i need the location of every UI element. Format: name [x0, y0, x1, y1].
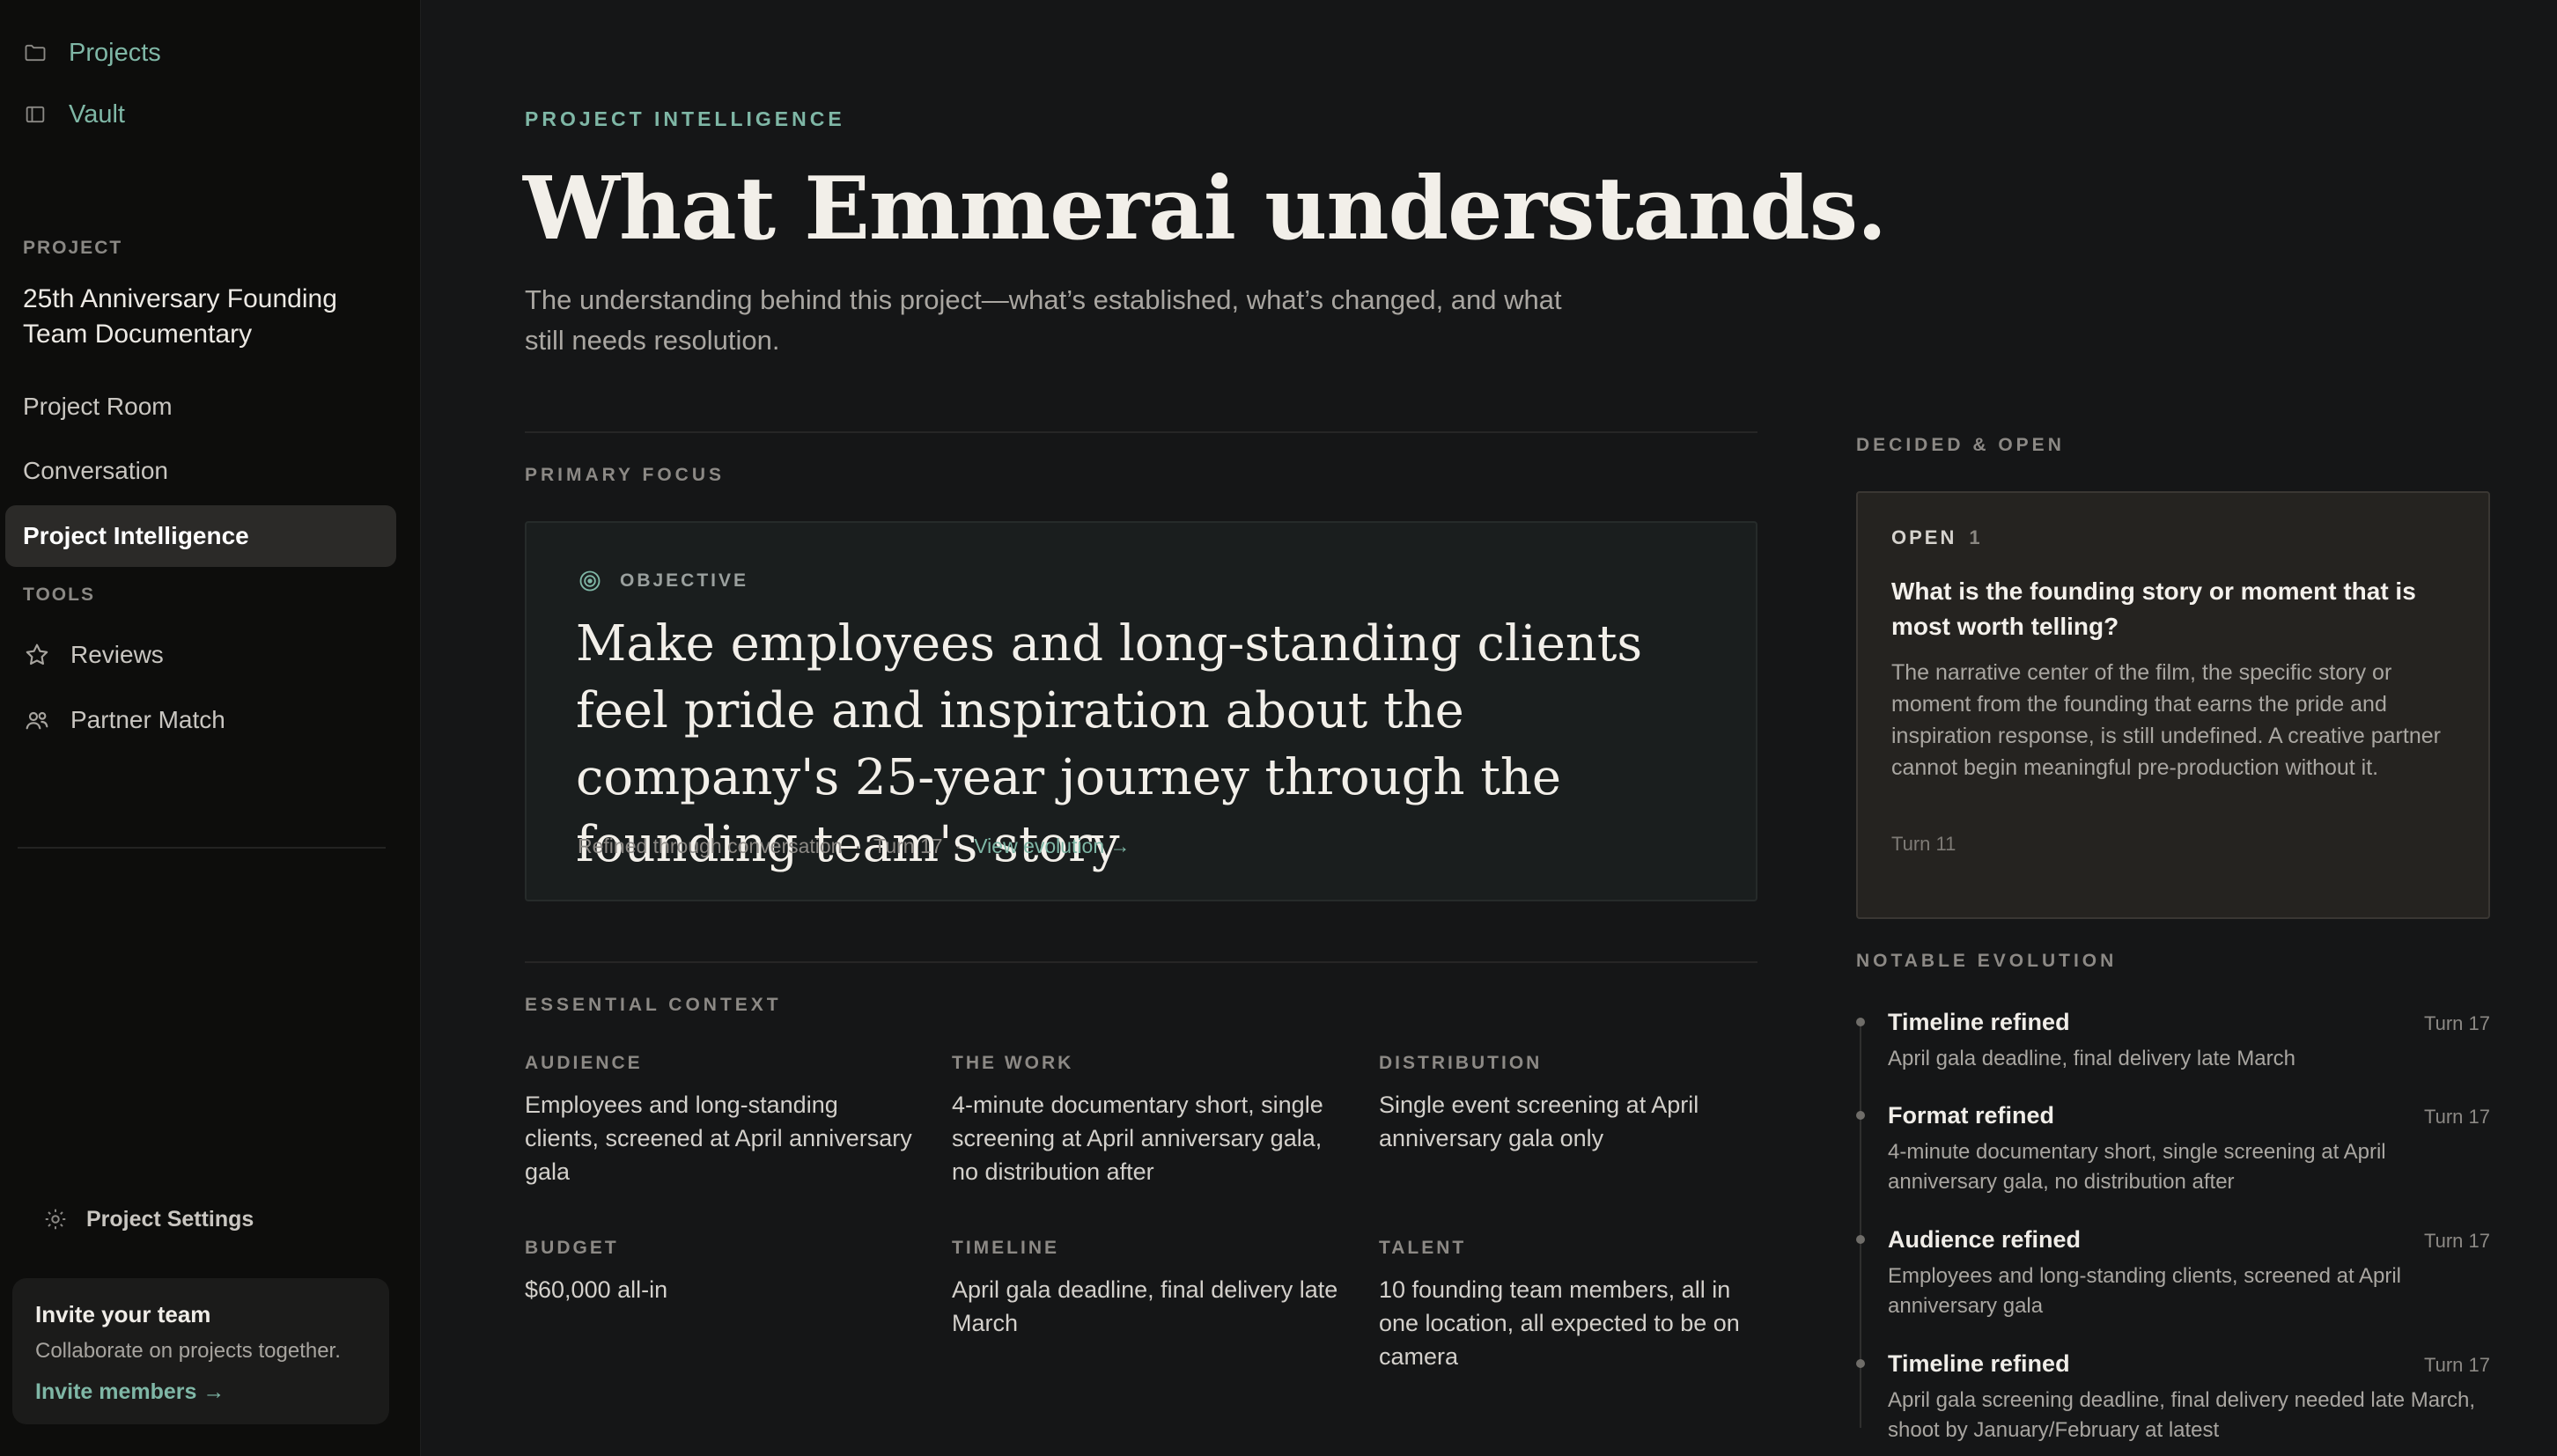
- primary-focus-label: PRIMARY FOCUS: [525, 465, 726, 485]
- objective-card: OBJECTIVE Make employees and long-standi…: [525, 521, 1757, 901]
- open-question: What is the founding story or moment tha…: [1891, 577, 2416, 640]
- evolution-title: Timeline refined: [1888, 1350, 2070, 1377]
- notable-evolution-label: NOTABLE EVOLUTION: [1856, 951, 2118, 971]
- sidebar-item-partner-match[interactable]: Partner Match: [23, 706, 225, 734]
- project-name: 25th Anniversary Founding Team Documenta…: [23, 284, 337, 349]
- timeline-bullet: [1856, 1235, 1865, 1244]
- gear-icon: [45, 1209, 66, 1230]
- invite-subtitle: Collaborate on projects together.: [35, 1339, 341, 1363]
- evolution-title: Format refined: [1888, 1102, 2055, 1129]
- sidebar-panel-icon: [26, 106, 45, 123]
- context-value-audience: Employees and long-standing clients, scr…: [525, 1092, 912, 1185]
- view-evolution-link[interactable]: View evolution →: [974, 835, 1130, 857]
- sidebar-item-project-room[interactable]: Project Room: [5, 376, 396, 438]
- evolution-turn: Turn 17: [2423, 1354, 2490, 1376]
- open-label: OPEN: [1891, 526, 1957, 548]
- nav-projects-label: Projects: [69, 38, 161, 67]
- evolution-turn: Turn 17: [2423, 1230, 2490, 1252]
- objective-label-text: OBJECTIVE: [620, 570, 749, 591]
- open-turn: Turn 11: [1891, 833, 1956, 855]
- sidebar-item-label: Conversation: [23, 457, 168, 484]
- separator-dot: ·: [854, 835, 862, 857]
- open-header: OPEN 1: [1891, 526, 1983, 549]
- open-description: The narrative center of the film, the sp…: [1891, 660, 2441, 780]
- users-icon: [26, 711, 48, 730]
- invite-card: Invite your team Collaborate on projects…: [12, 1278, 389, 1424]
- sidebar-item-project-intelligence[interactable]: Project Intelligence: [5, 505, 396, 567]
- evolution-desc: April gala screening deadline, final del…: [1888, 1388, 2476, 1442]
- invite-title: Invite your team: [35, 1301, 211, 1327]
- essential-context-label: ESSENTIAL CONTEXT: [525, 995, 782, 1015]
- evolution-turn: Turn 17: [2423, 1012, 2490, 1034]
- context-value-timeline: April gala deadline, final delivery late…: [952, 1276, 1338, 1336]
- context-label-timeline: TIMELINE: [952, 1238, 1059, 1258]
- nav-vault[interactable]: Vault: [23, 97, 161, 132]
- tools-section-label: TOOLS: [23, 585, 95, 605]
- timeline-bullet: [1856, 1018, 1865, 1026]
- context-value-talent: 10 founding team members, all in one loc…: [1379, 1276, 1740, 1370]
- star-icon: [26, 643, 48, 665]
- context-label-the-work: THE WORK: [952, 1053, 1074, 1073]
- sidebar-item-label: Project Room: [23, 393, 173, 420]
- evolution-turn: Turn 17: [2423, 1106, 2490, 1128]
- objective-turn: Turn 17: [873, 835, 943, 857]
- separator-dot: ·: [954, 835, 962, 857]
- context-label-audience: AUDIENCE: [525, 1053, 643, 1073]
- decided-open-label: DECIDED & OPEN: [1856, 435, 2065, 455]
- nav-vault-label: Vault: [69, 99, 125, 129]
- top-nav: Projects Vault: [23, 35, 161, 158]
- sidebar-item-label: Project Intelligence: [23, 522, 249, 549]
- evolution-desc: April gala deadline, final delivery late…: [1888, 1047, 2295, 1070]
- sidebar-item-label: Partner Match: [70, 706, 225, 733]
- objective-meta: Refined through conversation · Turn 17 · Vie…: [578, 835, 1131, 858]
- context-value-distribution: Single event screening at April annivers…: [1379, 1092, 1699, 1151]
- objective-source: Refined through conversation: [578, 835, 843, 857]
- sidebar-item-reviews[interactable]: Reviews: [23, 641, 164, 669]
- open-question-card[interactable]: OPEN 1 What is the founding story or mome…: [1856, 491, 2490, 919]
- evolution-desc: 4-minute documentary short, single scree…: [1888, 1140, 2386, 1194]
- page-eyebrow: PROJECT INTELLIGENCE: [525, 107, 845, 130]
- sidebar-item-label: Reviews: [70, 641, 164, 668]
- open-count: 1: [1969, 526, 1983, 548]
- context-label-distribution: DISTRIBUTION: [1379, 1053, 1543, 1073]
- context-value-the-work: 4-minute documentary short, single scree…: [952, 1092, 1323, 1185]
- nav-projects[interactable]: Projects: [23, 35, 161, 70]
- sidebar-divider: [18, 847, 386, 849]
- divider: [525, 431, 1757, 433]
- page-title: What Emmerai understands.: [523, 158, 1887, 260]
- project-section-label: PROJECT: [23, 238, 123, 258]
- evolution-desc: Employees and long-standing clients, scr…: [1888, 1264, 2402, 1318]
- evolution-title: Timeline refined: [1888, 1009, 2070, 1035]
- folder-icon: [25, 44, 46, 62]
- objective-label: OBJECTIVE: [578, 569, 748, 593]
- project-settings-button[interactable]: Project Settings: [42, 1206, 254, 1232]
- sidebar-item-conversation[interactable]: Conversation: [5, 440, 396, 502]
- timeline-bullet: [1856, 1111, 1865, 1120]
- divider: [525, 961, 1757, 963]
- timeline-bullet: [1856, 1359, 1865, 1368]
- evolution-title: Audience refined: [1888, 1226, 2082, 1253]
- project-settings-label: Project Settings: [86, 1206, 254, 1232]
- context-label-talent: TALENT: [1379, 1238, 1467, 1258]
- page-subtitle: The understanding behind this project—wh…: [525, 284, 1562, 356]
- target-icon: [579, 570, 601, 592]
- invite-members-link[interactable]: Invite members →: [35, 1379, 366, 1405]
- context-value-budget: $60,000 all-in: [525, 1276, 668, 1303]
- context-label-budget: BUDGET: [525, 1238, 619, 1258]
- sidebar: Projects Vault PROJECT 25th Anniversary …: [0, 0, 421, 1456]
